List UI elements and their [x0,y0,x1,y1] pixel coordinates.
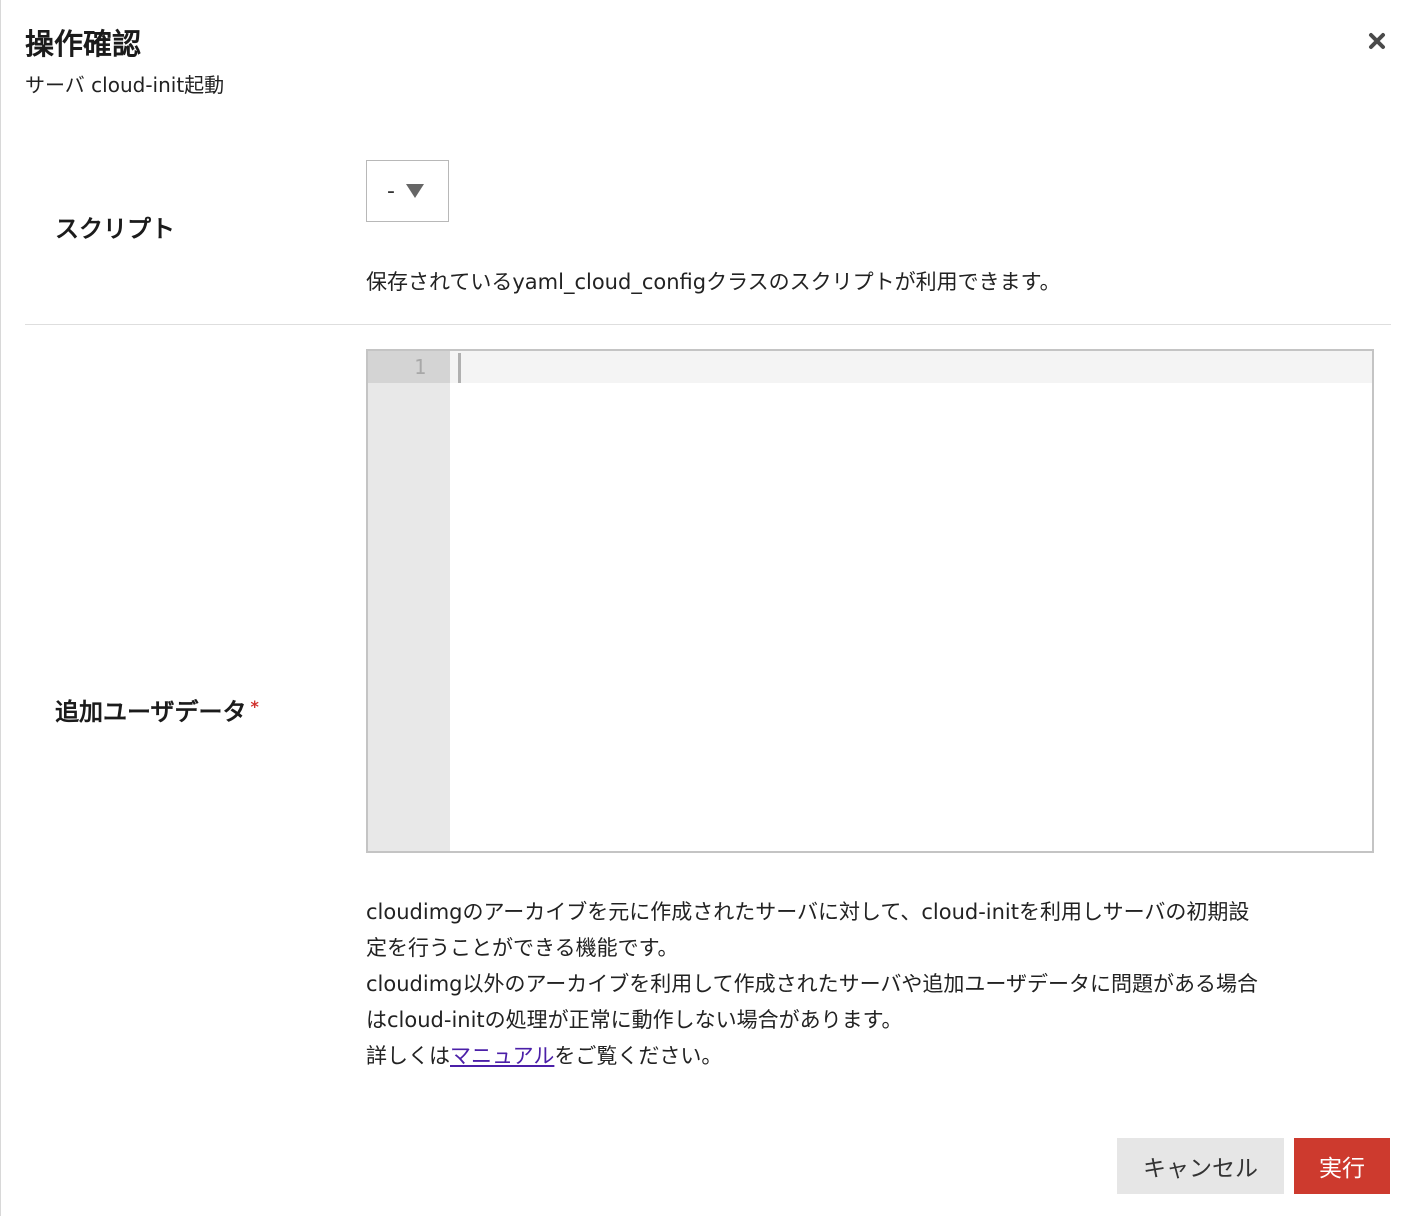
description-suffix: をご覧ください。 [554,1044,723,1068]
chevron-down-icon [405,184,424,198]
operation-confirm-dialog: 操作確認 サーバ cloud-init起動 スクリプト - 保存されているyam… [0,0,1410,1216]
description-line: cloudimg以外のアーカイブを利用して作成されたサーバや追加ユーザデータに問… [366,972,1258,996]
editor-gutter-active-line: 1 [368,351,450,383]
editor-text-area[interactable] [450,383,1372,851]
description-line: 詳しくはマニュアルをご覧ください。 [366,1038,1258,1074]
run-button[interactable]: 実行 [1294,1138,1390,1194]
description-prefix: 詳しくは [366,1044,450,1068]
userdata-code-editor[interactable]: 1 [366,349,1374,853]
close-button[interactable] [1362,26,1392,56]
script-select-value: - [387,178,395,204]
editor-gutter [368,351,450,851]
description-line: cloudimgのアーカイブを元に作成されたサーバに対して、cloud-init… [366,900,1250,924]
cancel-button[interactable]: キャンセル [1117,1138,1284,1194]
section-divider [25,324,1391,325]
script-select[interactable]: - [366,160,449,222]
script-help-text: 保存されているyaml_cloud_configクラスのスクリプトが利用できます… [366,270,1061,294]
description-line: はcloud-initの処理が正常に動作しない場合があります。 [366,1008,903,1032]
dialog-title: 操作確認 [25,27,142,61]
manual-link[interactable]: マニュアル [450,1044,554,1068]
required-mark: * [250,697,259,716]
line-number: 1 [413,355,426,379]
editor-active-line[interactable] [450,351,1372,383]
close-icon [1369,33,1385,49]
script-label: スクリプト [55,215,175,243]
description-line: 定を行うことができる機能です。 [366,936,679,960]
dialog-subtitle: サーバ cloud-init起動 [25,73,225,97]
text-cursor [458,353,461,383]
userdata-label-text: 追加ユーザデータ [55,698,247,726]
userdata-label: 追加ユーザデータ * [55,697,259,730]
description-text: cloudimgのアーカイブを元に作成されたサーバに対して、cloud-init… [366,894,1258,1074]
